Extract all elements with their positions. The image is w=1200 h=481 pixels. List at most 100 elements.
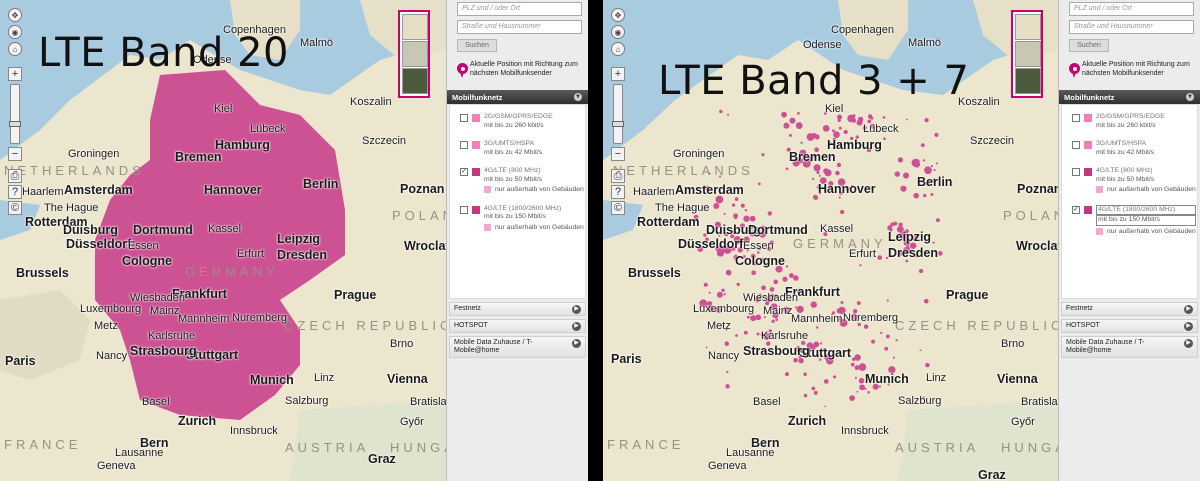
current-position-link[interactable]: Aktuelle Position mit Richtung zum nächs…	[1069, 60, 1194, 78]
network-speed: mit bis zu 150 Mbit/s	[1096, 215, 1196, 226]
location-pin-icon	[457, 60, 468, 78]
zoom-slider[interactable]	[9, 84, 21, 144]
zoom-in-button[interactable]: +	[611, 67, 625, 81]
city-label: Szczecin	[970, 135, 1015, 147]
city-label: Kiel	[825, 103, 844, 115]
map-layer-thumbnail[interactable]	[402, 14, 428, 40]
help-icon[interactable]: ?	[611, 185, 625, 199]
layer-checkbox[interactable]	[460, 141, 468, 149]
street-input[interactable]: Straße und Hausnummer	[457, 20, 582, 34]
locate-icon[interactable]: ◉	[8, 25, 22, 39]
satellite-layer-thumbnail[interactable]	[1015, 68, 1041, 94]
network-speed: mit bis zu 42 Mbit/s	[484, 148, 543, 156]
row-label: Festnetz	[454, 305, 481, 312]
row-hotspot[interactable]: HOTSPOT ▶	[449, 319, 586, 333]
city-label: Lübeck	[863, 123, 899, 135]
layer-checkbox[interactable]	[460, 205, 468, 214]
zoom-slider-handle[interactable]	[9, 121, 21, 127]
outdoor-note: nur außerhalb von Gebäuden	[1107, 186, 1196, 193]
layer-checkbox[interactable]	[1072, 141, 1080, 149]
country-label: FRANCE	[607, 437, 685, 452]
home-icon[interactable]: ⌂	[8, 42, 22, 56]
country-label: CZECH REPUBLIC	[284, 318, 446, 333]
city-label: Munich	[865, 372, 909, 386]
city-label: Hamburg	[215, 138, 270, 152]
city-label: Leipzig	[888, 230, 932, 244]
zoom-out-button[interactable]: −	[8, 147, 22, 161]
current-position-link[interactable]: Aktuelle Position mit Richtung zum nächs…	[457, 60, 582, 78]
layer-checkbox[interactable]	[1072, 114, 1080, 122]
terrain-layer-thumbnail[interactable]	[1015, 41, 1041, 67]
chevron-down-icon[interactable]: ▼	[1186, 93, 1194, 101]
satellite-layer-thumbnail[interactable]	[402, 68, 428, 94]
coverage-map[interactable]: Copenhagen Malmö Odense Koszalin Szczeci…	[0, 0, 446, 481]
city-label: Lausanne	[726, 447, 775, 459]
city-label: Karlsruhe	[148, 330, 196, 342]
city-label: Brno	[1001, 338, 1025, 350]
mobile-network-header[interactable]: Mobilfunknetz ▼	[447, 90, 588, 104]
outdoor-note: nur außerhalb von Gebäuden	[495, 186, 584, 193]
layer-checkbox-checked[interactable]: ✓	[1072, 205, 1080, 214]
home-icon[interactable]: ⌂	[611, 42, 625, 56]
coverage-map[interactable]: Copenhagen Malmö Odense Koszalin Szczeci…	[603, 0, 1058, 481]
print-icon[interactable]: ⎙	[611, 169, 625, 183]
row-festnetz[interactable]: Festnetz ▶	[449, 302, 586, 316]
map-layer-thumbnail[interactable]	[1015, 14, 1041, 40]
city-label: Hannover	[818, 182, 876, 196]
map-panel-lte-band-20: Copenhagen Malmö Odense Koszalin Szczeci…	[0, 0, 588, 481]
row-label: Festnetz	[1066, 305, 1093, 312]
row-festnetz[interactable]: Festnetz ▶	[1061, 302, 1198, 316]
row-mobile-data-home[interactable]: Mobile Data Zuhause / T-Mobile@home ▶	[449, 336, 586, 358]
city-label: Karlsruhe	[761, 330, 809, 342]
map-title: LTE Band 20	[38, 30, 290, 76]
outdoor-swatch	[484, 186, 491, 193]
city-label: Nuremberg	[843, 312, 899, 324]
coverage-swatch	[472, 114, 480, 122]
network-name: 3G/UMTS/HSPA	[1096, 140, 1147, 147]
mobile-network-header[interactable]: Mobilfunknetz ▼	[1059, 90, 1200, 104]
zoom-slider-handle[interactable]	[612, 121, 624, 127]
copyright-icon[interactable]: ©	[8, 201, 22, 215]
street-input[interactable]: Straße und Hausnummer	[1069, 20, 1194, 34]
city-label: Basel	[142, 396, 170, 408]
city-label: Wroclaw	[1016, 239, 1058, 253]
city-label: Dresden	[277, 248, 328, 262]
help-icon[interactable]: ?	[8, 185, 22, 199]
city-label: Bremen	[175, 150, 222, 164]
zoom-out-button[interactable]: −	[611, 147, 625, 161]
arrow-right-icon: ▶	[572, 339, 581, 348]
outdoor-note: nur außerhalb von Gebäuden	[495, 223, 584, 231]
print-icon[interactable]: ⎙	[8, 169, 22, 183]
current-position-label: Aktuelle Position mit Richtung zum nächs…	[470, 61, 578, 77]
pan-icon[interactable]: ✥	[8, 8, 22, 22]
pan-icon[interactable]: ✥	[611, 8, 625, 22]
search-button[interactable]: Suchen	[1069, 39, 1109, 52]
search-button[interactable]: Suchen	[457, 39, 497, 52]
postcode-input[interactable]: PLZ und / oder Ort	[1069, 2, 1194, 16]
city-label: Erfurt	[237, 248, 264, 260]
layer-checkbox-checked[interactable]: ✓	[460, 168, 468, 176]
outdoor-swatch	[484, 223, 491, 231]
city-label: Wiesbaden	[130, 292, 186, 304]
chevron-down-icon[interactable]: ▼	[574, 93, 582, 101]
copyright-icon[interactable]: ©	[611, 201, 625, 215]
city-label: Dresden	[888, 246, 939, 260]
row-mobile-data-home[interactable]: Mobile Data Zuhause / T-Mobile@home ▶	[1061, 336, 1198, 358]
zoom-in-button[interactable]: +	[8, 67, 22, 81]
city-label: Paris	[611, 352, 642, 366]
country-label: NETHERLANDS	[4, 163, 145, 178]
city-label: Bremen	[789, 150, 836, 164]
layer-checkbox[interactable]	[460, 114, 468, 122]
locate-icon[interactable]: ◉	[611, 25, 625, 39]
city-label: Groningen	[68, 148, 120, 160]
city-label: Amsterdam	[64, 183, 133, 197]
city-label: The Hague	[44, 202, 99, 214]
layer-checkbox[interactable]	[1072, 168, 1080, 176]
current-position-label: Aktuelle Position mit Richtung zum nächs…	[1082, 61, 1190, 77]
city-label: Hannover	[204, 183, 262, 197]
network-item-lte-800: ✓ 4G/LTE (800 MHz) mit bis zu 50 Mbit/s n…	[460, 167, 585, 195]
row-hotspot[interactable]: HOTSPOT ▶	[1061, 319, 1198, 333]
postcode-input[interactable]: PLZ und / oder Ort	[457, 2, 582, 16]
terrain-layer-thumbnail[interactable]	[402, 41, 428, 67]
zoom-slider[interactable]	[612, 84, 624, 144]
